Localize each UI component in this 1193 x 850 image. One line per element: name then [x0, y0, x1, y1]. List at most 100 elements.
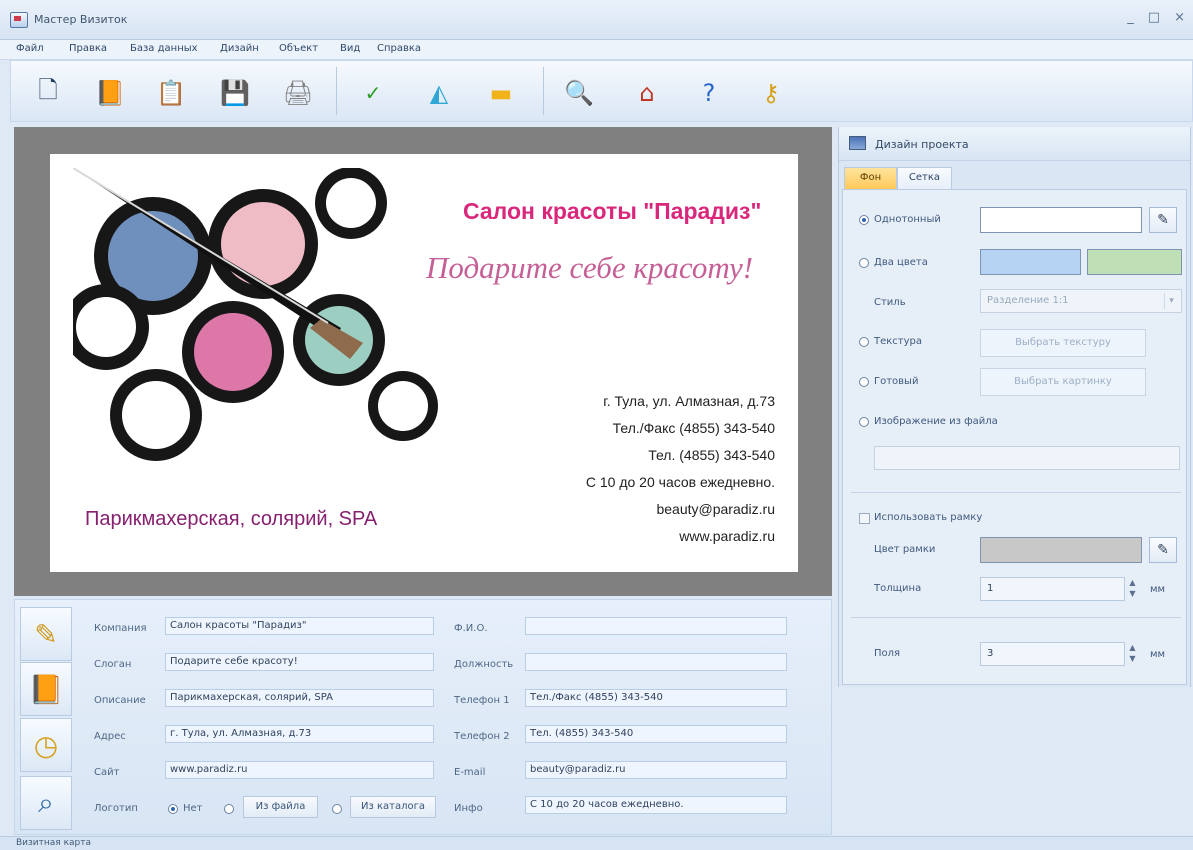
status-bar: Визитная карта: [0, 836, 1193, 850]
design-panel: Дизайн проекта Фон Сетка Однотонный ✎ Дв…: [838, 127, 1191, 687]
print-icon[interactable]: 🖨: [280, 75, 316, 111]
two-colors-radio[interactable]: [859, 258, 869, 268]
fio-label: Ф.И.О.: [454, 623, 488, 634]
menu-object[interactable]: Объект: [279, 43, 318, 54]
slogan-field[interactable]: Подарите себе красоту!: [165, 653, 434, 671]
menu-design[interactable]: Дизайн: [220, 43, 259, 54]
margins-stepper[interactable]: ▲ ▼: [1126, 642, 1139, 666]
shapes-icon[interactable]: ◭: [421, 75, 457, 111]
choose-picture-button[interactable]: Выбрать картинку: [980, 368, 1146, 396]
position-field[interactable]: [525, 653, 787, 671]
card-email: beauty@paradiz.ru: [656, 501, 775, 517]
separator-line: [851, 492, 1181, 493]
clipboard-icon[interactable]: 📋: [153, 75, 189, 111]
site-label: Сайт: [94, 767, 120, 778]
frame-eyedropper-icon[interactable]: ✎: [1149, 537, 1177, 563]
card-address: г. Тула, ул. Алмазная, д.73: [603, 393, 775, 409]
description-field[interactable]: Парикмахерская, солярий, SPA: [165, 689, 434, 707]
card-preview-area: Салон красоты "Парадиз" Подарите себе кр…: [14, 127, 832, 596]
card-title: Салон красоты "Парадиз": [463, 198, 762, 224]
background-settings: Однотонный ✎ Два цвета Стиль Разделение …: [842, 189, 1187, 685]
address-field[interactable]: г. Тула, ул. Алмазная, д.73: [165, 725, 434, 743]
window-title: Мастер Визиток: [34, 13, 128, 26]
logo-file-radio[interactable]: [224, 804, 234, 814]
close-button[interactable]: ×: [1174, 10, 1185, 25]
new-document-icon[interactable]: 🗋: [30, 75, 66, 111]
business-card: Салон красоты "Парадиз" Подарите себе кр…: [50, 154, 798, 572]
card-contacts: г. Тула, ул. Алмазная, д.73 Тел./Факс (4…: [525, 388, 775, 550]
logo-catalog-button[interactable]: Из каталога: [350, 796, 436, 818]
menu-help[interactable]: Справка: [377, 43, 421, 54]
search-person-icon[interactable]: ⌕: [20, 776, 72, 830]
thickness-label: Толщина: [874, 583, 922, 594]
solid-radio[interactable]: [859, 215, 869, 225]
phone1-label: Телефон 1: [454, 695, 510, 706]
style-value: Разделение 1:1: [987, 295, 1069, 306]
ready-radio[interactable]: [859, 377, 869, 387]
keys-icon[interactable]: ⚷: [753, 75, 789, 111]
margins-label: Поля: [874, 648, 901, 659]
thickness-stepper[interactable]: ▲ ▼: [1126, 577, 1139, 601]
file-image-label: Изображение из файла: [874, 416, 998, 427]
tab-background[interactable]: Фон: [844, 167, 897, 189]
email-label: E-mail: [454, 767, 486, 778]
file-image-radio[interactable]: [859, 417, 869, 427]
phone2-field[interactable]: Тел. (4855) 343-540: [525, 725, 787, 743]
home-icon[interactable]: ⌂: [629, 75, 665, 111]
info-field[interactable]: С 10 до 20 часов ежедневно.: [525, 796, 787, 814]
info-label: Инфо: [454, 803, 483, 814]
description-label: Описание: [94, 695, 146, 706]
database-book-icon[interactable]: 📙: [20, 662, 72, 716]
tab-grid[interactable]: Сетка: [897, 167, 952, 189]
menu-bar: Файл Правка База данных Дизайн Объект Ви…: [0, 40, 1193, 60]
site-field[interactable]: www.paradiz.ru: [165, 761, 434, 779]
logo-file-button[interactable]: Из файла: [243, 796, 318, 818]
use-frame-checkbox[interactable]: [859, 513, 870, 524]
texture-radio[interactable]: [859, 337, 869, 347]
second-color-box[interactable]: [1087, 249, 1182, 275]
minimize-button[interactable]: _: [1127, 10, 1134, 25]
toolbar: 🗋 📙 📋 💾 🖨 ✓ ◭ ▬ 🔍 ⌂ ? ⚷: [10, 60, 1193, 122]
use-frame-label: Использовать рамку: [874, 512, 983, 523]
menu-database[interactable]: База данных: [130, 43, 198, 54]
menu-view[interactable]: Вид: [340, 43, 360, 54]
thickness-input[interactable]: 1: [980, 577, 1125, 601]
zoom-icon[interactable]: 🔍: [561, 75, 597, 111]
phone1-field[interactable]: Тел./Факс (4855) 343-540: [525, 689, 787, 707]
address-label: Адрес: [94, 731, 126, 742]
open-book-icon[interactable]: 📙: [92, 75, 128, 111]
design-icon: [849, 136, 866, 150]
first-color-box[interactable]: [980, 249, 1081, 275]
texture-label: Текстура: [874, 336, 923, 347]
clock-icon[interactable]: ◷: [20, 718, 72, 772]
edit-text-icon[interactable]: ✎: [20, 607, 72, 661]
eyedropper-icon[interactable]: ✎: [1149, 207, 1177, 233]
spellcheck-icon[interactable]: ✓: [355, 75, 391, 111]
margins-input[interactable]: 3: [980, 642, 1125, 666]
image-icon[interactable]: ▬: [483, 75, 519, 111]
frame-color-box[interactable]: [980, 537, 1142, 563]
fio-field[interactable]: [525, 617, 787, 635]
help-icon[interactable]: ?: [691, 75, 727, 111]
style-label: Стиль: [874, 297, 906, 308]
card-site: www.paradiz.ru: [679, 528, 775, 544]
company-label: Компания: [94, 623, 147, 634]
title-bar: Мастер Визиток _ □ ×: [0, 0, 1193, 40]
file-path-field[interactable]: [874, 446, 1180, 470]
maximize-button[interactable]: □: [1148, 10, 1160, 25]
style-select[interactable]: Разделение 1:1 ▾: [980, 289, 1182, 313]
card-description: Парикмахерская, солярий, SPA: [85, 508, 378, 530]
company-field[interactable]: Салон красоты "Парадиз": [165, 617, 434, 635]
toolbar-separator: [543, 67, 544, 115]
logo-label: Логотип: [94, 803, 138, 814]
choose-texture-button[interactable]: Выбрать текстуру: [980, 329, 1146, 357]
logo-none-radio[interactable]: [168, 804, 178, 814]
phone2-label: Телефон 2: [454, 731, 510, 742]
solid-color-box[interactable]: [980, 207, 1142, 233]
menu-file[interactable]: Файл: [16, 43, 44, 54]
logo-catalog-radio[interactable]: [332, 804, 342, 814]
email-field[interactable]: beauty@paradiz.ru: [525, 761, 787, 779]
design-panel-header: Дизайн проекта: [839, 127, 1190, 161]
save-icon[interactable]: 💾: [217, 75, 253, 111]
menu-edit[interactable]: Правка: [69, 43, 107, 54]
